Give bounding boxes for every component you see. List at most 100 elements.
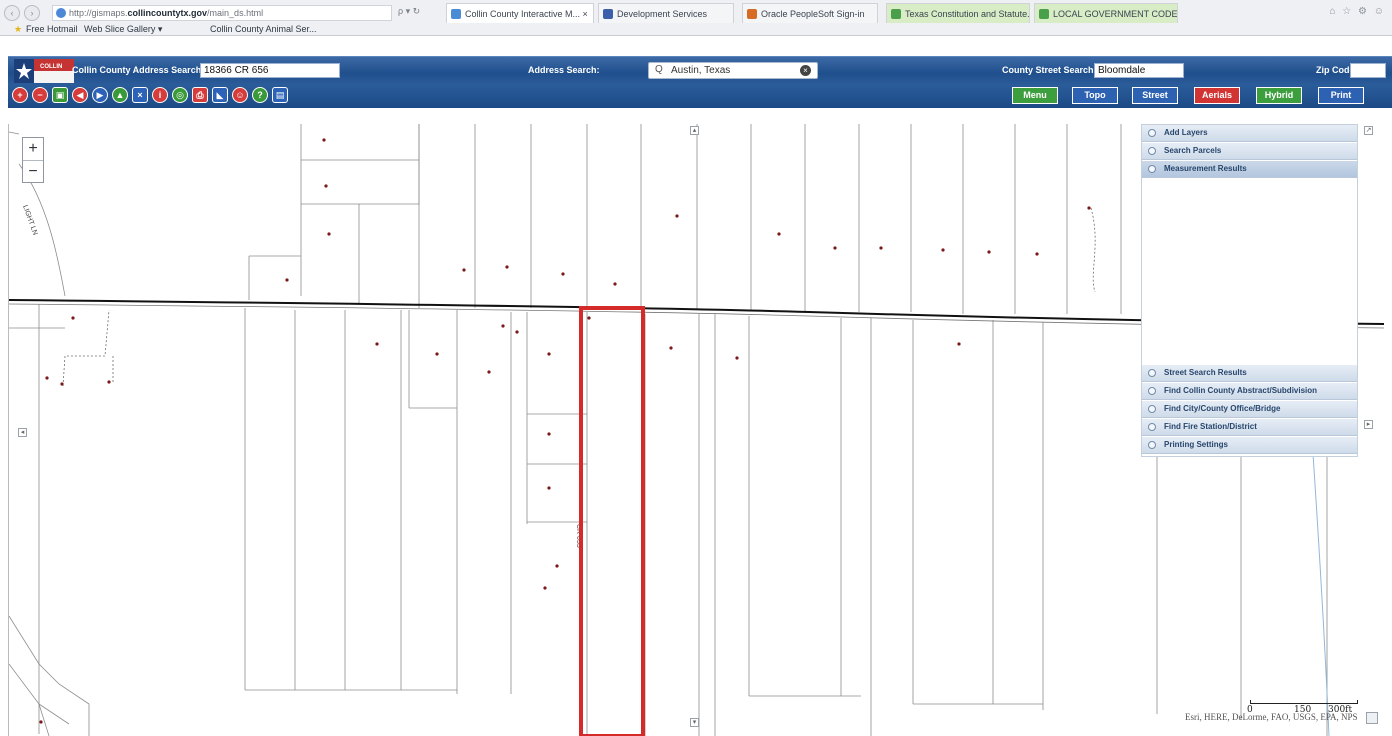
back-icon[interactable]: ‹ [4, 5, 20, 21]
panel-find-abstract-subdivision[interactable]: Find Collin County Abstract/Subdivision [1142, 383, 1357, 400]
tab-oracle-peoplesoft[interactable]: Oracle PeopleSoft Sign-in [742, 3, 878, 23]
panel-label: Find Collin County Abstract/Subdivision [1164, 386, 1318, 395]
panel-measurement-results[interactable]: Measurement Results [1142, 161, 1357, 178]
toolbar: + − ▣ ◀ ▶ ▲ × i ◎ ⎙ ◣ ☺ ? ▤ Menu Topo St… [8, 84, 1392, 108]
road-label-light-ln: LIGHT LN [21, 204, 38, 236]
print-button[interactable]: Print [1318, 87, 1364, 104]
panel-find-fire-station[interactable]: Find Fire Station/District [1142, 419, 1357, 436]
street-search-input[interactable]: Bloomdale [1094, 63, 1184, 78]
map-tool-icon[interactable]: ▣ [52, 87, 68, 103]
tab-local-government-code[interactable]: LOCAL GOVERNMENT CODE ... [1034, 3, 1178, 23]
street-search-label: County Street Search: [1002, 65, 1097, 75]
panel-find-office-bridge[interactable]: Find City/County Office/Bridge [1142, 401, 1357, 418]
url-domain: collincountytx.gov [127, 8, 208, 18]
tab-label: Oracle PeopleSoft Sign-in [761, 9, 865, 19]
street-button[interactable]: Street [1132, 87, 1178, 104]
zoom-out-button[interactable]: − [23, 160, 43, 182]
tab-label: Texas Constitution and Statute... [905, 9, 1030, 19]
panel-label: Find City/County Office/Bridge [1164, 404, 1281, 413]
favorite-hotmail[interactable]: Free Hotmail [26, 24, 78, 34]
close-tool-icon[interactable]: × [132, 87, 148, 103]
url-suffix: /main_ds.html [207, 8, 264, 18]
tab-collin-county[interactable]: Collin County Interactive M... × [446, 3, 594, 23]
address-search-label: Collin County Address Search : [72, 65, 207, 75]
zoom-tool-icon[interactable]: ◎ [172, 87, 188, 103]
tab-icon [603, 9, 613, 19]
measure-icon[interactable]: ◣ [212, 87, 228, 103]
tab-texas-constitution[interactable]: Texas Constitution and Statute... [886, 3, 1030, 23]
panel-printing-settings[interactable]: Printing Settings [1142, 437, 1357, 454]
hybrid-button[interactable]: Hybrid [1256, 87, 1302, 104]
back-extent-icon[interactable]: ◀ [72, 87, 88, 103]
zoom-in-button[interactable]: + [23, 138, 43, 160]
tab-development-services[interactable]: Development Services [598, 3, 734, 23]
favorite-animal-services[interactable]: Collin County Animal Ser... [210, 24, 317, 34]
expand-icon [1148, 423, 1156, 431]
zip-code-input[interactable] [1350, 63, 1386, 78]
info-icon[interactable]: i [152, 87, 168, 103]
panel-search-parcels[interactable]: Search Parcels [1142, 143, 1357, 160]
print-tool-icon[interactable]: ⎙ [192, 87, 208, 103]
panel-label: Street Search Results [1164, 368, 1247, 377]
panel-collapse-icon[interactable]: ↗ [1364, 126, 1373, 135]
window-icons[interactable]: ⌂ ☆ ⚙ ☺ [1329, 6, 1386, 17]
tab-label: Development Services [617, 9, 708, 19]
panel-label: Add Layers [1164, 128, 1208, 137]
forward-extent-icon[interactable]: ▶ [92, 87, 108, 103]
pan-left-arrow-icon[interactable]: ◂ [18, 428, 27, 437]
side-panel: Add Layers Search Parcels Measurement Re… [1141, 124, 1358, 457]
expand-icon [1148, 387, 1156, 395]
panel-add-layers[interactable]: Add Layers [1142, 125, 1357, 142]
panel-label: Measurement Results [1164, 164, 1247, 173]
url-prefix: http://gismaps. [69, 8, 128, 18]
search-icon: Q [655, 64, 663, 75]
expand-icon [1148, 369, 1156, 377]
expand-icon [1148, 147, 1156, 155]
pan-up-arrow-icon[interactable]: ▴ [690, 126, 699, 135]
panel-label: Search Parcels [1164, 146, 1222, 155]
address-search-input[interactable]: 18366 CR 656 [200, 63, 340, 78]
tab-label: LOCAL GOVERNMENT CODE ... [1053, 9, 1178, 19]
forward-icon[interactable]: › [24, 5, 40, 21]
url-actions[interactable]: ρ ▾ ↻ [398, 6, 420, 17]
panel-street-search-results[interactable]: Street Search Results [1142, 365, 1357, 382]
panel-label: Printing Settings [1164, 440, 1228, 449]
geocode-search-value: Austin, Texas [671, 65, 731, 76]
address-bar[interactable]: http://gismaps.collincountytx.gov/main_d… [52, 5, 392, 21]
expand-icon [1148, 129, 1156, 137]
zoom-control: + − [22, 137, 44, 183]
menu-button[interactable]: Menu [1012, 87, 1058, 104]
tab-icon [891, 9, 901, 19]
map-attribution: Esri, HERE, DeLorme, FAO, USGS, EPA, NPS [1185, 712, 1358, 722]
tab-icon [1039, 9, 1049, 19]
overview-map-icon[interactable] [1366, 712, 1378, 724]
parcel-points [39, 138, 1091, 724]
message-icon[interactable]: ▤ [272, 87, 288, 103]
clear-search-icon[interactable]: × [800, 65, 811, 76]
logo-text: COLLIN [40, 64, 62, 70]
user-icon[interactable]: ☺ [232, 87, 248, 103]
remove-tool-icon[interactable]: − [32, 87, 48, 103]
expand-icon [1148, 165, 1156, 173]
help-icon[interactable]: ? [252, 87, 268, 103]
topo-button[interactable]: Topo [1072, 87, 1118, 104]
browser-chrome: ‹ › http://gismaps.collincountytx.gov/ma… [0, 0, 1392, 36]
tab-label: Collin County Interactive M... × [465, 9, 588, 19]
home-icon[interactable]: ▲ [112, 87, 128, 103]
aerials-button[interactable]: Aerials [1194, 87, 1240, 104]
add-tool-icon[interactable]: + [12, 87, 28, 103]
geocode-search-input[interactable]: Q Austin, Texas × [648, 62, 818, 79]
favorites-bar: ★ Free Hotmail Web Slice Gallery ▾ Colli… [0, 24, 1392, 36]
favorite-web-slice[interactable]: Web Slice Gallery ▾ [84, 24, 162, 35]
tab-icon [451, 9, 461, 19]
favorites-star-icon[interactable]: ★ [14, 24, 22, 35]
pan-right-arrow-icon[interactable]: ▸ [1364, 420, 1373, 429]
expand-icon [1148, 405, 1156, 413]
selected-parcel-highlight[interactable] [579, 306, 645, 736]
pan-down-arrow-icon[interactable]: ▾ [690, 718, 699, 727]
parcel-lines [9, 124, 1328, 736]
tab-icon [747, 9, 757, 19]
panel-label: Find Fire Station/District [1164, 422, 1257, 431]
collin-county-logo: COLLIN [14, 59, 74, 83]
ie-icon [56, 8, 66, 18]
